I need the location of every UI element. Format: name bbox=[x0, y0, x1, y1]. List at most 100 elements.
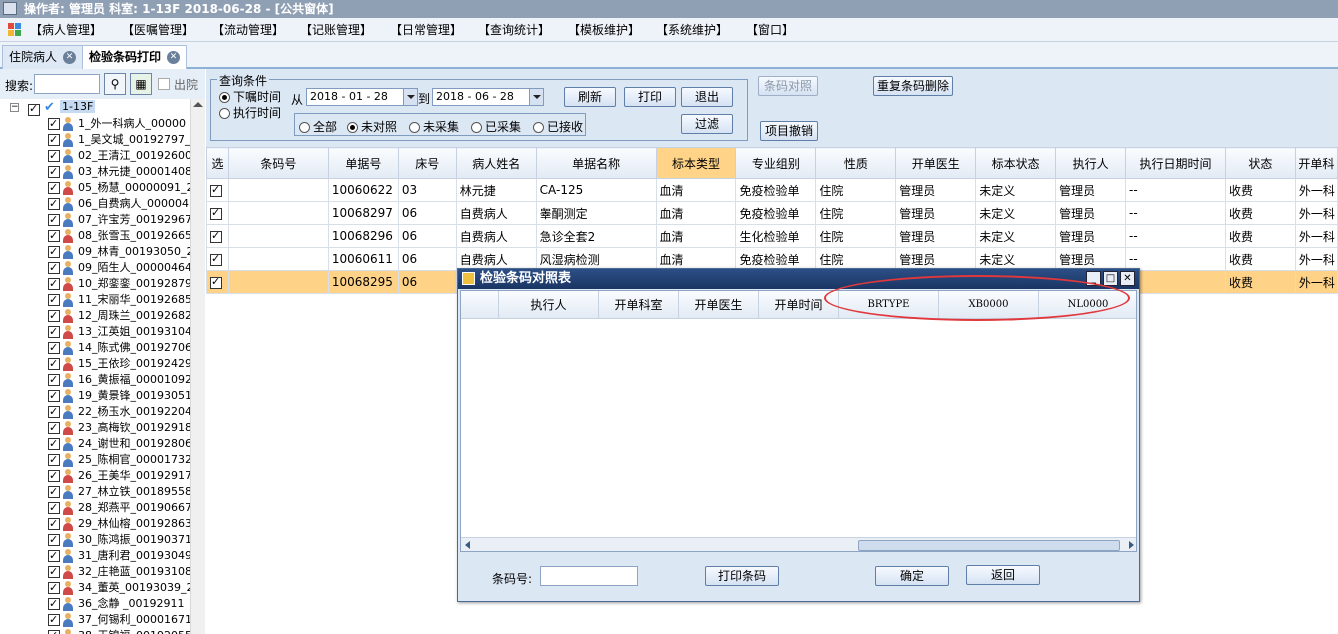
table-row[interactable]: 1006062203林元捷CA-125血清免疫检验单住院管理员未定义管理员--收… bbox=[206, 178, 1338, 202]
patient-checkbox[interactable] bbox=[48, 612, 60, 628]
refresh-button[interactable]: 刷新 bbox=[564, 87, 616, 107]
patient-checkbox[interactable] bbox=[48, 500, 60, 516]
grid-col-header[interactable]: 床号 bbox=[397, 147, 457, 179]
tree-patient-item[interactable]: 30_陈鸿振_00190371 bbox=[48, 532, 190, 548]
patient-checkbox[interactable] bbox=[48, 372, 60, 388]
grid-col-header[interactable]: 专业组别 bbox=[735, 147, 817, 179]
tree-patient-item[interactable]: 36_念静 _00192911 bbox=[48, 596, 184, 612]
grid-col-header[interactable]: 条码号 bbox=[227, 147, 329, 179]
chevron-down-icon[interactable] bbox=[403, 89, 417, 105]
patient-checkbox[interactable] bbox=[48, 164, 60, 180]
to-date-picker[interactable]: 2018 - 06 - 28 bbox=[432, 88, 544, 106]
row-select-cell[interactable] bbox=[206, 270, 229, 294]
tree-root-label[interactable]: 1-13F bbox=[60, 100, 96, 113]
patient-checkbox[interactable] bbox=[48, 564, 60, 580]
filter-button[interactable]: 过滤 bbox=[681, 114, 733, 134]
menu-patient-mgmt[interactable]: 【病人管理】 bbox=[30, 22, 102, 38]
row-checkbox[interactable] bbox=[210, 275, 222, 289]
patient-checkbox[interactable] bbox=[48, 324, 60, 340]
patient-checkbox[interactable] bbox=[48, 388, 60, 404]
row-select-cell[interactable] bbox=[206, 224, 229, 248]
grid-col-header[interactable]: 病人姓名 bbox=[455, 147, 537, 179]
grid-col-header[interactable]: 执行人 bbox=[1055, 147, 1127, 179]
tree-patient-item[interactable]: 16_黄振福_00001092 bbox=[48, 372, 190, 388]
radio-exec-time[interactable]: 执行时间 bbox=[219, 104, 281, 121]
item-cancel-button[interactable]: 项目撤销 bbox=[760, 121, 818, 141]
dlg-col-dept[interactable]: 开单科室 bbox=[599, 291, 679, 319]
tree-patient-item[interactable]: 03_林元捷_00001408 bbox=[48, 164, 190, 180]
patient-checkbox[interactable] bbox=[48, 436, 60, 452]
patient-checkbox[interactable] bbox=[48, 132, 60, 148]
patient-checkbox[interactable] bbox=[48, 260, 60, 276]
patient-checkbox[interactable] bbox=[48, 404, 60, 420]
patient-checkbox[interactable] bbox=[48, 228, 60, 244]
scroll-up-icon[interactable] bbox=[193, 102, 203, 107]
from-date-picker[interactable]: 2018 - 01 - 28 bbox=[306, 88, 418, 106]
patient-checkbox[interactable] bbox=[48, 548, 60, 564]
patient-checkbox[interactable] bbox=[48, 148, 60, 164]
tree-patient-item[interactable]: 1_吴文城_00192797_ bbox=[48, 132, 190, 148]
row-select-cell[interactable] bbox=[206, 201, 229, 225]
tree-patient-item[interactable]: 23_高梅钦_00192918 bbox=[48, 420, 190, 436]
table-row[interactable]: 1006829706自费病人睾酮测定血清免疫检验单住院管理员未定义管理员--收费… bbox=[206, 201, 1338, 225]
tab-lab-barcode-print[interactable]: 检验条码打印 ✕ bbox=[82, 45, 188, 69]
tree-patient-item[interactable]: 37_何锡利_00001671 bbox=[48, 612, 190, 628]
filter-uncollected[interactable]: 未采集 bbox=[409, 118, 459, 135]
search-icon[interactable]: ⚲ bbox=[104, 73, 126, 95]
tree-patient-item[interactable]: 13_江英姐_00193104 bbox=[48, 324, 190, 340]
print-barcode-button[interactable]: 打印条码 bbox=[705, 566, 779, 586]
dlg-col-doctor[interactable]: 开单医生 bbox=[679, 291, 759, 319]
root-checkbox[interactable] bbox=[28, 102, 40, 116]
close-icon[interactable]: ✕ bbox=[167, 51, 181, 64]
tree-patient-item[interactable]: 1_外一科病人_00000 bbox=[48, 116, 186, 132]
tree-patient-item[interactable]: 27_林立铁_00189558 bbox=[48, 484, 190, 500]
tree-patient-item[interactable]: 28_郑燕平_00190667 bbox=[48, 500, 190, 516]
maximize-icon[interactable]: □ bbox=[1103, 271, 1118, 286]
scroll-right-icon[interactable] bbox=[1129, 541, 1134, 549]
patient-checkbox[interactable] bbox=[48, 580, 60, 596]
ok-button[interactable]: 确定 bbox=[875, 566, 949, 586]
row-select-cell[interactable] bbox=[206, 247, 229, 271]
menu-template-maint[interactable]: 【模板维护】 bbox=[568, 22, 640, 38]
patient-checkbox[interactable] bbox=[48, 420, 60, 436]
tree-patient-item[interactable]: 07_许宝芳_00192967 bbox=[48, 212, 190, 228]
close-icon[interactable]: ✕ bbox=[1120, 271, 1135, 286]
tree-patient-item[interactable]: 09_林青_00193050_2 bbox=[48, 244, 190, 260]
patient-checkbox[interactable] bbox=[48, 116, 60, 132]
back-button[interactable]: 返回 bbox=[966, 565, 1040, 585]
close-icon[interactable]: ✕ bbox=[63, 51, 77, 64]
tree-patient-item[interactable]: 14_陈式佛_00192706 bbox=[48, 340, 190, 356]
tree-patient-item[interactable]: 19_黄景锋_00193051 bbox=[48, 388, 190, 404]
menu-order-mgmt[interactable]: 【医嘱管理】 bbox=[122, 22, 194, 38]
grid-col-header[interactable]: 开单科 bbox=[1294, 147, 1338, 179]
tree-patient-item[interactable]: 26_王美华_00192917 bbox=[48, 468, 190, 484]
patient-checkbox[interactable] bbox=[48, 276, 60, 292]
grid-col-header[interactable]: 选 bbox=[206, 147, 229, 179]
tree-patient-item[interactable]: 02_王清江_00192600 bbox=[48, 148, 190, 164]
dlg-col-executor[interactable]: 执行人 bbox=[499, 291, 599, 319]
tree-patient-item[interactable]: 06_自费病人_000004 bbox=[48, 196, 189, 212]
tree-scrollbar[interactable] bbox=[190, 99, 205, 634]
filter-collected[interactable]: 已采集 bbox=[471, 118, 521, 135]
patient-checkbox[interactable] bbox=[48, 596, 60, 612]
patient-checkbox[interactable] bbox=[48, 532, 60, 548]
grid-col-header[interactable]: 标本类型 bbox=[655, 147, 737, 179]
grid-col-header[interactable]: 性质 bbox=[815, 147, 897, 179]
filter-received[interactable]: 已接收 bbox=[533, 118, 583, 135]
tree-patient-item[interactable]: 31_唐利君_00193049 bbox=[48, 548, 190, 564]
tree-patient-item[interactable]: 15_王依珍_00192429 bbox=[48, 356, 190, 372]
menu-system-maint[interactable]: 【系统维护】 bbox=[656, 22, 728, 38]
scroll-thumb[interactable] bbox=[858, 540, 1120, 551]
patient-checkbox[interactable] bbox=[48, 628, 60, 634]
radio-order-time[interactable]: 下嘱时间 bbox=[219, 88, 281, 105]
exit-button[interactable]: 退出 bbox=[681, 87, 733, 107]
tree-patient-item[interactable]: 11_宋丽华_00192685 bbox=[48, 292, 190, 308]
tree-patient-item[interactable]: 24_谢世和_00192806 bbox=[48, 436, 190, 452]
row-select-cell[interactable] bbox=[206, 178, 229, 202]
print-button[interactable]: 打印 bbox=[624, 87, 676, 107]
row-checkbox[interactable] bbox=[210, 229, 222, 243]
collapse-icon[interactable]: − bbox=[10, 103, 19, 112]
menu-query-stats[interactable]: 【查询统计】 bbox=[478, 22, 550, 38]
scroll-left-icon[interactable] bbox=[465, 541, 470, 549]
search-input[interactable] bbox=[34, 74, 100, 94]
